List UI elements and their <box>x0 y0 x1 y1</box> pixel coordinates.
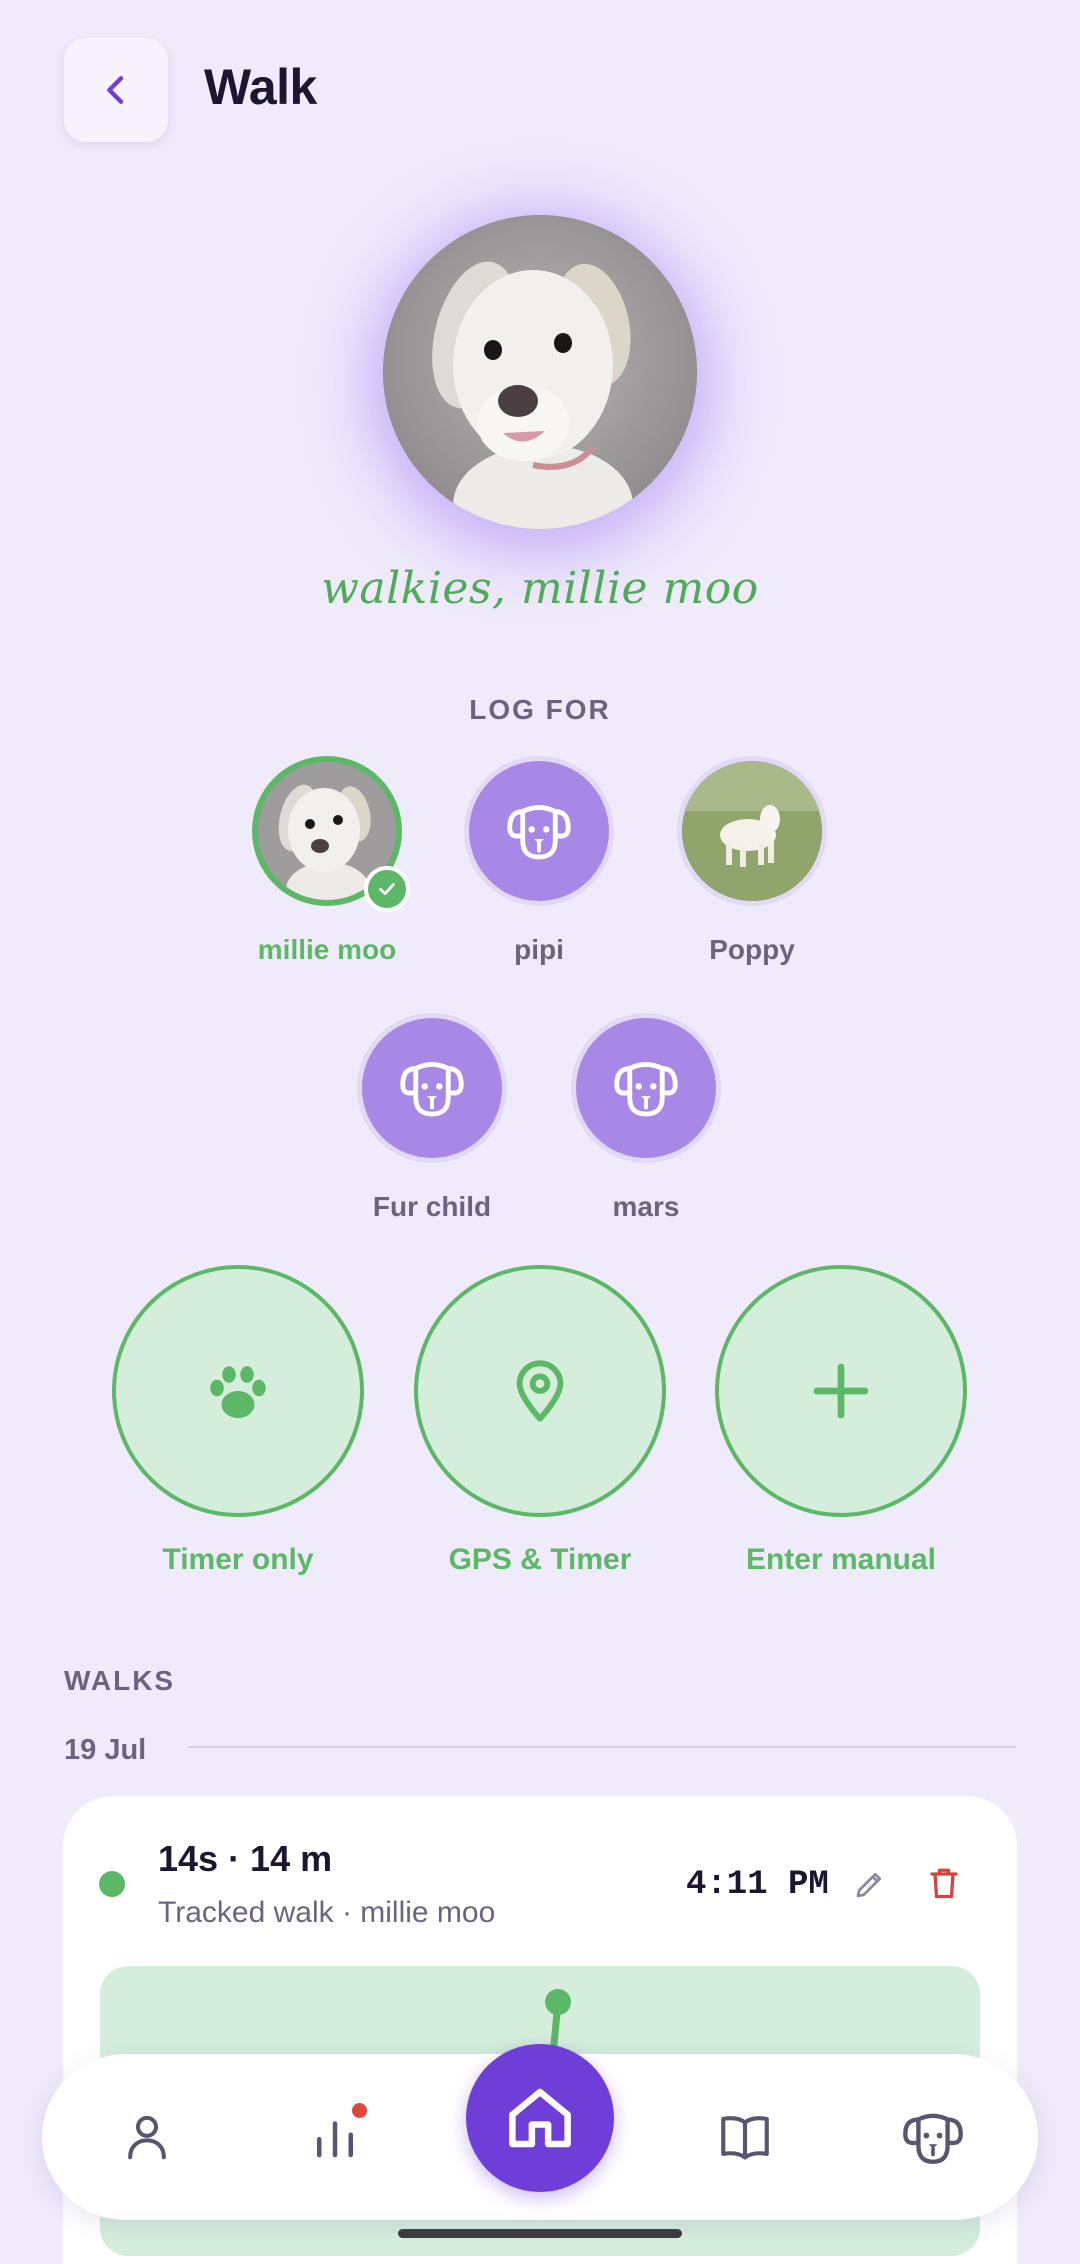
dog-face-icon <box>507 805 571 860</box>
nav-stats-button[interactable] <box>290 2092 380 2182</box>
action-label: GPS & Timer <box>448 1543 632 1576</box>
hero-caption: walkies, millie moo <box>321 563 759 614</box>
dog-face-icon <box>400 1062 464 1117</box>
date-divider <box>188 1746 1016 1748</box>
notification-dot <box>352 2103 367 2118</box>
gps-timer-button[interactable]: GPS & Timer <box>414 1265 666 1577</box>
edit-walk-button[interactable] <box>848 1862 892 1906</box>
dog-option-fur-child[interactable]: Fur child <box>352 1013 512 1223</box>
gps-timer-circle <box>414 1265 666 1517</box>
dog-avatar-ring <box>357 1013 507 1163</box>
paw-icon <box>210 1366 266 1418</box>
page-title: Walk <box>204 59 317 115</box>
pencil-icon <box>856 1872 882 1898</box>
plus-icon <box>813 1363 869 1419</box>
system-home-indicator[interactable] <box>398 2229 682 2238</box>
dog-photo <box>682 761 822 901</box>
dog-name: mars <box>612 1191 680 1222</box>
timer-only-circle <box>112 1265 364 1517</box>
nav-profile-button[interactable] <box>102 2092 192 2182</box>
enter-manual-circle <box>715 1265 967 1517</box>
nav-dogs-button[interactable] <box>888 2092 978 2182</box>
walks-section-label: WALKS <box>64 1665 176 1696</box>
walk-subtitle: Tracked walk · millie moo <box>158 1896 496 1929</box>
selected-check-icon <box>364 866 410 912</box>
dog-avatar-placeholder <box>362 1018 502 1158</box>
dog-face-icon <box>903 2113 963 2164</box>
bar-chart-icon <box>317 2121 353 2158</box>
home-icon <box>509 2088 571 2148</box>
dog-name: Poppy <box>709 934 795 965</box>
dog-option-poppy[interactable]: Poppy <box>672 756 832 966</box>
delete-walk-button[interactable] <box>922 1860 966 1906</box>
trash-icon <box>930 1868 958 1899</box>
dog-name: Fur child <box>372 1191 492 1222</box>
timer-only-button[interactable]: Timer only <box>112 1265 364 1577</box>
chevron-left-icon <box>107 76 124 104</box>
back-button[interactable] <box>64 38 168 142</box>
enter-manual-button[interactable]: Enter manual <box>715 1265 967 1577</box>
dog-avatar-ring <box>464 756 614 906</box>
nav-home-button[interactable] <box>466 2044 614 2192</box>
nav-guide-button[interactable] <box>700 2092 790 2182</box>
dog-face-icon <box>614 1062 678 1117</box>
walk-date-label: 19 Jul <box>64 1734 147 1766</box>
log-for-label: LOG FOR <box>469 694 611 725</box>
action-label: Timer only <box>162 1543 314 1576</box>
location-pin-icon <box>516 1360 564 1422</box>
walk-status-dot <box>99 1871 125 1897</box>
dog-option-mars[interactable]: mars <box>566 1013 726 1223</box>
hero-dog-photo <box>383 215 697 529</box>
dog-avatar-placeholder <box>576 1018 716 1158</box>
dog-name: pipi <box>514 934 564 965</box>
dog-avatar-ring <box>677 756 827 906</box>
dog-option-pipi[interactable]: pipi <box>459 756 619 966</box>
dog-option-millie-moo[interactable]: millie moo <box>247 756 410 966</box>
person-icon <box>128 2115 166 2160</box>
dog-avatar-ring <box>571 1013 721 1163</box>
dog-avatar-ring <box>252 756 410 912</box>
book-icon <box>721 2116 769 2160</box>
dog-avatar-placeholder <box>469 761 609 901</box>
walk-title: 14s · 14 m <box>158 1838 333 1879</box>
dog-name: millie moo <box>257 934 397 965</box>
action-label: Enter manual <box>745 1543 937 1576</box>
walk-time: 4:11 PM <box>686 1866 829 1904</box>
